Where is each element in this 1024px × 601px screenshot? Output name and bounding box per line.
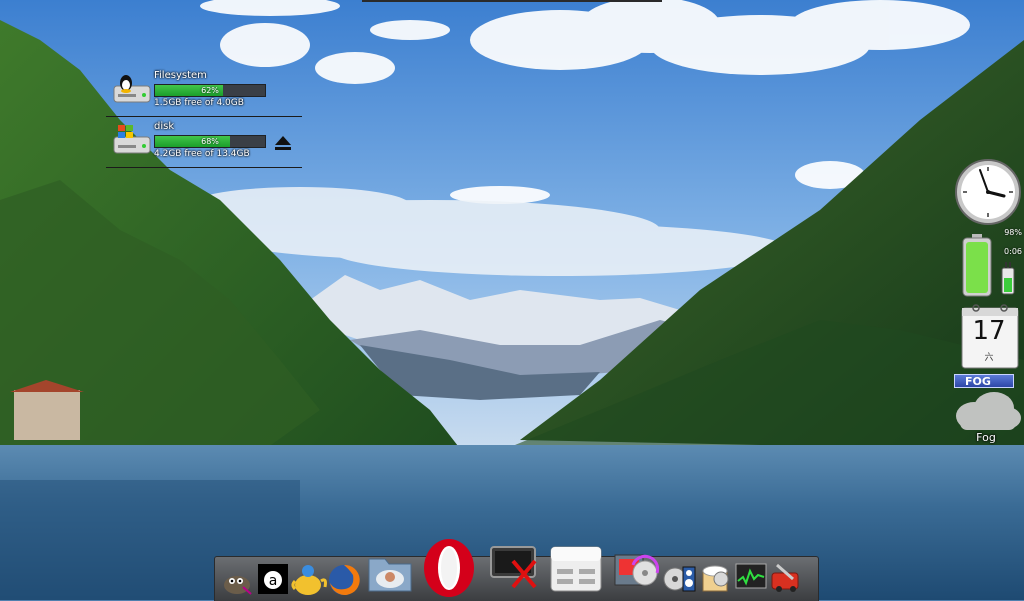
battery-icon[interactable] [962, 234, 992, 298]
usage-percent: 68% [201, 137, 219, 146]
clock-widget[interactable] [954, 158, 1022, 226]
installer-icon[interactable] [611, 545, 659, 593]
abiword-icon[interactable]: a [257, 563, 289, 595]
teapot-icon[interactable] [291, 563, 327, 597]
fog-cloud-icon [956, 392, 1021, 430]
drive-monitor-widget: Filesystem 62% 1.5GB free of 4.0GB disk … [106, 68, 302, 170]
calendar-weekday: 六 [984, 353, 994, 363]
drive-filesystem[interactable]: Filesystem 62% 1.5GB free of 4.0GB [106, 68, 302, 117]
free-space-label: 4.2GB free of 13.4GB [154, 149, 250, 159]
battery-percent: 98% [1004, 228, 1022, 237]
firefox-icon[interactable] [327, 561, 361, 597]
drive-disk[interactable]: disk 68% 4.2GB free of 13.4GB [106, 119, 302, 168]
eject-icon[interactable] [274, 135, 292, 151]
power-plug-icon [1001, 262, 1015, 295]
archive-icon[interactable] [699, 559, 731, 595]
drive-name: Filesystem [154, 70, 207, 81]
system-monitor-icon[interactable] [735, 563, 767, 591]
folder-icon[interactable] [365, 547, 415, 597]
usage-bar: 62% [154, 84, 266, 97]
repair-icon[interactable] [769, 561, 801, 593]
battery-time: 0:06 [1004, 247, 1022, 256]
linux-drive-icon [113, 75, 151, 103]
drive-icon[interactable] [547, 539, 605, 597]
gimp-icon[interactable] [221, 567, 253, 597]
media-icon[interactable] [663, 559, 697, 595]
svg-text:a: a [269, 573, 278, 589]
windows-drive-icon [113, 125, 151, 154]
calendar-day-number: 17 [972, 316, 1006, 346]
free-space-label: 1.5GB free of 4.0GB [154, 98, 244, 108]
usage-bar: 68% [154, 135, 266, 148]
weather-condition: Fog [976, 431, 996, 444]
usage-percent: 62% [201, 86, 219, 95]
top-panel-edge [362, 0, 662, 2]
drive-name: disk [154, 121, 175, 132]
terminal-icon[interactable] [487, 543, 539, 589]
weather-badge[interactable]: FOG [954, 374, 1014, 388]
application-dock: a [214, 539, 819, 601]
opera-icon[interactable] [421, 537, 477, 599]
